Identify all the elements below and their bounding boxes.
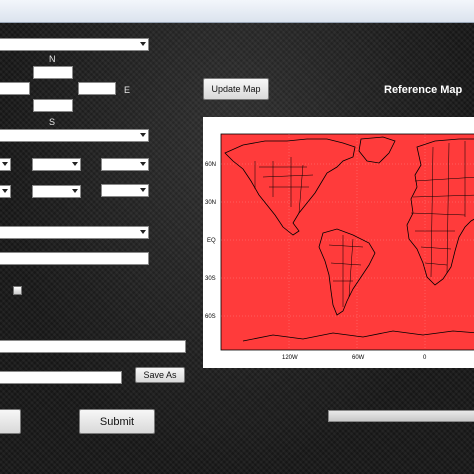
chevron-down-icon bbox=[140, 162, 146, 166]
progress-bar bbox=[328, 410, 474, 422]
chevron-down-icon bbox=[140, 42, 146, 46]
option-checkbox[interactable] bbox=[13, 286, 22, 295]
save-file-input[interactable] bbox=[0, 371, 122, 384]
chevron-down-icon bbox=[140, 230, 146, 234]
reference-map-title: Reference Map bbox=[384, 84, 463, 96]
lon-label: 120W bbox=[282, 355, 298, 361]
map-plot-area bbox=[220, 133, 474, 351]
chevron-down-icon bbox=[2, 189, 8, 193]
start-month-combobox[interactable] bbox=[32, 158, 81, 171]
north-label: N bbox=[49, 54, 56, 64]
south-input[interactable] bbox=[33, 99, 73, 112]
map-frame: 60N 30N EQ 30S 60S 120W 60W 0 bbox=[203, 117, 474, 368]
west-input[interactable] bbox=[0, 82, 30, 95]
world-map: 60N 30N EQ 30S 60S 120W 60W 0 bbox=[205, 133, 474, 361]
chevron-down-icon bbox=[2, 162, 8, 166]
save-as-button[interactable]: Save As bbox=[135, 367, 185, 383]
chevron-down-icon bbox=[72, 189, 78, 193]
end-day-combobox[interactable] bbox=[0, 185, 11, 198]
chevron-down-icon bbox=[140, 188, 146, 192]
start-year-combobox[interactable] bbox=[101, 158, 149, 171]
lat-label: EQ bbox=[207, 238, 216, 244]
east-input[interactable] bbox=[78, 82, 116, 95]
update-map-button[interactable]: Update Map bbox=[203, 78, 269, 100]
east-label: E bbox=[124, 85, 131, 95]
dataset-combobox[interactable] bbox=[0, 38, 149, 51]
end-year-combobox[interactable] bbox=[101, 184, 149, 197]
format-combobox[interactable] bbox=[0, 226, 149, 239]
lon-label: 0 bbox=[423, 355, 427, 361]
window-titlebar bbox=[0, 0, 474, 23]
end-month-combobox[interactable] bbox=[32, 185, 81, 198]
lat-label: 60S bbox=[205, 314, 216, 320]
submit-button[interactable]: Submit bbox=[79, 409, 155, 434]
chevron-down-icon bbox=[72, 162, 78, 166]
variable-combobox[interactable] bbox=[0, 129, 149, 142]
lat-label: 30N bbox=[205, 200, 216, 206]
lat-label: 60N bbox=[205, 162, 216, 168]
output-path-input[interactable] bbox=[0, 340, 186, 353]
chevron-down-icon bbox=[140, 133, 146, 137]
parameter-input[interactable] bbox=[0, 252, 149, 265]
start-day-combobox[interactable] bbox=[0, 158, 11, 171]
lat-label: 30S bbox=[205, 276, 216, 282]
south-label: S bbox=[49, 117, 56, 127]
lon-label: 60W bbox=[352, 355, 365, 361]
north-input[interactable] bbox=[33, 66, 73, 79]
cancel-button[interactable] bbox=[0, 409, 21, 434]
